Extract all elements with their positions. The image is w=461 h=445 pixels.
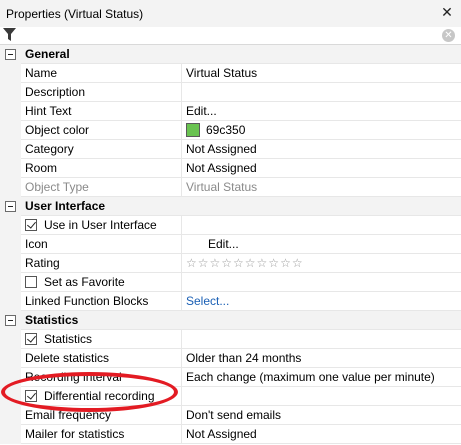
property-value-mailer[interactable]: Not Assigned	[182, 425, 461, 444]
clear-filter-icon[interactable]: ✕	[442, 29, 455, 42]
filter-bar[interactable]: ✕	[0, 27, 461, 45]
property-value-delete-statistics[interactable]: Older than 24 months	[182, 349, 461, 368]
property-label-email-frequency: Email frequency	[21, 406, 182, 425]
panel-title-bar: Properties (Virtual Status) ✕	[0, 0, 461, 27]
property-row-description[interactable]: Description	[0, 83, 461, 102]
property-label-object-type: Object Type	[21, 178, 182, 197]
property-value-object-color[interactable]: 69c350	[182, 121, 461, 140]
property-label-object-color: Object color	[21, 121, 182, 140]
property-row-object-type: Object Type Virtual Status	[0, 178, 461, 197]
favorite-checkbox[interactable]	[25, 276, 37, 288]
favorite-label: Set as Favorite	[44, 275, 125, 289]
property-label-name: Name	[21, 64, 182, 83]
filter-funnel-icon[interactable]	[3, 28, 16, 42]
property-label-rating: Rating	[21, 254, 182, 273]
property-row-icon[interactable]: Icon Edit...	[0, 235, 461, 254]
property-value-email-frequency[interactable]: Don't send emails	[182, 406, 461, 425]
category-user-interface[interactable]: User Interface	[0, 197, 461, 216]
property-value-description[interactable]	[182, 83, 461, 102]
category-user-interface-label: User Interface	[25, 199, 106, 213]
rating-stars-icon[interactable]: ☆☆☆☆☆☆☆☆☆☆	[186, 256, 304, 270]
property-value-room[interactable]: Not Assigned	[182, 159, 461, 178]
property-label-linked-function-blocks: Linked Function Blocks	[21, 292, 182, 311]
property-row-hint-text[interactable]: Hint Text Edit...	[0, 102, 461, 121]
collapse-user-interface-icon[interactable]	[5, 201, 16, 212]
property-row-linked-function-blocks[interactable]: Linked Function Blocks Select...	[0, 292, 461, 311]
property-label-mailer: Mailer for statistics	[21, 425, 182, 444]
property-row-room[interactable]: Room Not Assigned	[0, 159, 461, 178]
select-link[interactable]: Select...	[186, 294, 229, 308]
differential-recording-label: Differential recording	[44, 389, 155, 403]
property-row-statistics[interactable]: Statistics	[0, 330, 461, 349]
property-label-hint-text: Hint Text	[21, 102, 182, 121]
category-general[interactable]: General	[0, 45, 461, 64]
property-row-differential-recording[interactable]: Differential recording	[0, 387, 461, 406]
statistics-label: Statistics	[44, 332, 93, 346]
property-label-icon: Icon	[21, 235, 182, 254]
color-swatch[interactable]	[186, 123, 200, 137]
property-row-recording-interval[interactable]: Recording interval Each change (maximum …	[0, 368, 461, 387]
statistics-checkbox[interactable]	[25, 333, 37, 345]
property-row-category[interactable]: Category Not Assigned	[0, 140, 461, 159]
property-value-hint-text[interactable]: Edit...	[182, 102, 461, 121]
property-value-object-type: Virtual Status	[186, 180, 258, 194]
property-label-category: Category	[21, 140, 182, 159]
panel-title: Properties (Virtual Status)	[6, 7, 144, 21]
color-hex-value: 69c350	[206, 123, 246, 137]
collapse-general-icon[interactable]	[5, 49, 16, 60]
use-in-ui-label: Use in User Interface	[44, 218, 157, 232]
property-row-favorite[interactable]: Set as Favorite	[0, 273, 461, 292]
category-statistics-label: Statistics	[25, 313, 79, 327]
property-row-delete-statistics[interactable]: Delete statistics Older than 24 months	[0, 349, 461, 368]
icon-edit-link[interactable]: Edit...	[208, 237, 239, 251]
property-value-category[interactable]: Not Assigned	[182, 140, 461, 159]
property-row-object-color[interactable]: Object color 69c350	[0, 121, 461, 140]
property-row-name[interactable]: Name Virtual Status	[0, 64, 461, 83]
use-in-ui-checkbox[interactable]	[25, 219, 37, 231]
property-value-recording-interval[interactable]: Each change (maximum one value per minut…	[182, 368, 461, 387]
differential-recording-checkbox[interactable]	[25, 390, 37, 402]
category-general-label: General	[25, 47, 70, 61]
property-label-room: Room	[21, 159, 182, 178]
property-label-delete-statistics: Delete statistics	[21, 349, 182, 368]
property-grid: General Name Virtual Status Description …	[0, 45, 461, 444]
property-row-use-in-ui[interactable]: Use in User Interface	[0, 216, 461, 235]
property-row-email-frequency[interactable]: Email frequency Don't send emails	[0, 406, 461, 425]
property-label-recording-interval: Recording interval	[21, 368, 182, 387]
category-statistics[interactable]: Statistics	[0, 311, 461, 330]
close-icon[interactable]: ✕	[439, 4, 455, 20]
property-label-description: Description	[21, 83, 182, 102]
property-row-rating[interactable]: Rating ☆☆☆☆☆☆☆☆☆☆	[0, 254, 461, 273]
property-row-mailer[interactable]: Mailer for statistics Not Assigned	[0, 425, 461, 444]
collapse-statistics-icon[interactable]	[5, 315, 16, 326]
property-value-name[interactable]: Virtual Status	[182, 64, 461, 83]
